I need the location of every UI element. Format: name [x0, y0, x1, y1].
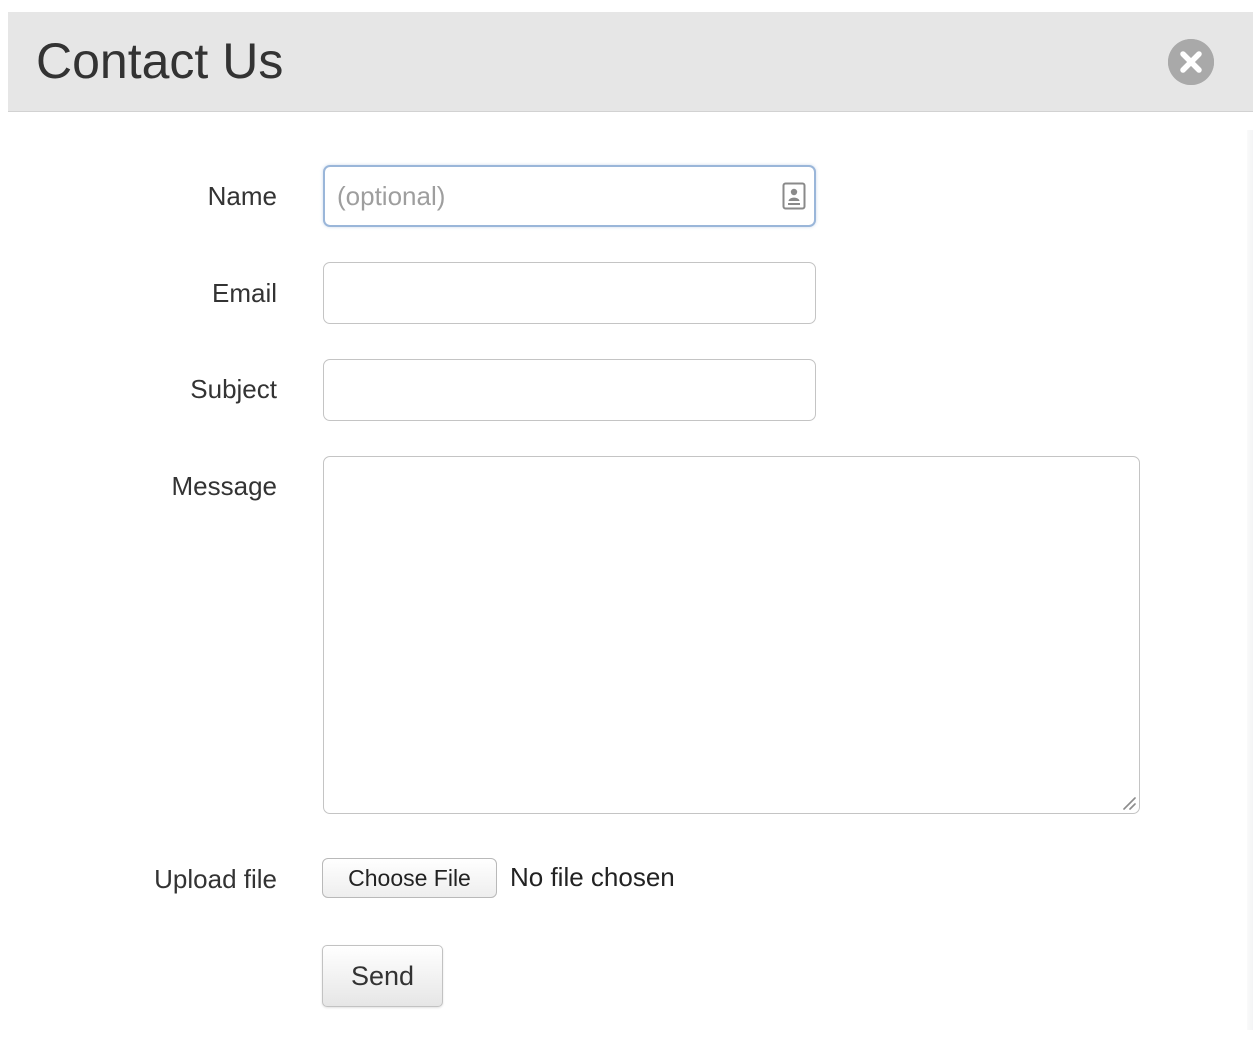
choose-file-button[interactable]: Choose File	[322, 858, 497, 898]
message-textarea[interactable]	[323, 456, 1140, 814]
email-input[interactable]	[323, 262, 816, 324]
email-label: Email	[211, 278, 277, 308]
resize-handle-icon[interactable]	[1118, 792, 1136, 810]
name-input[interactable]	[323, 165, 816, 227]
close-circle-icon	[1168, 39, 1214, 85]
scroll-edge	[1247, 130, 1253, 1030]
contact-dialog: Contact Us Name Email Subject Message	[0, 0, 1253, 1045]
dialog-title: Contact Us	[36, 33, 284, 89]
upload-label: Upload file	[154, 864, 277, 894]
dialog-header: Contact Us	[8, 12, 1253, 112]
close-button[interactable]	[1168, 39, 1214, 85]
name-label: Name	[207, 181, 277, 211]
file-status-text: No file chosen	[510, 862, 675, 892]
message-label: Message	[171, 471, 278, 501]
send-button[interactable]: Send	[322, 945, 443, 1007]
subject-label: Subject	[190, 374, 277, 404]
subject-input[interactable]	[323, 359, 816, 421]
contact-card-icon[interactable]	[782, 182, 806, 210]
